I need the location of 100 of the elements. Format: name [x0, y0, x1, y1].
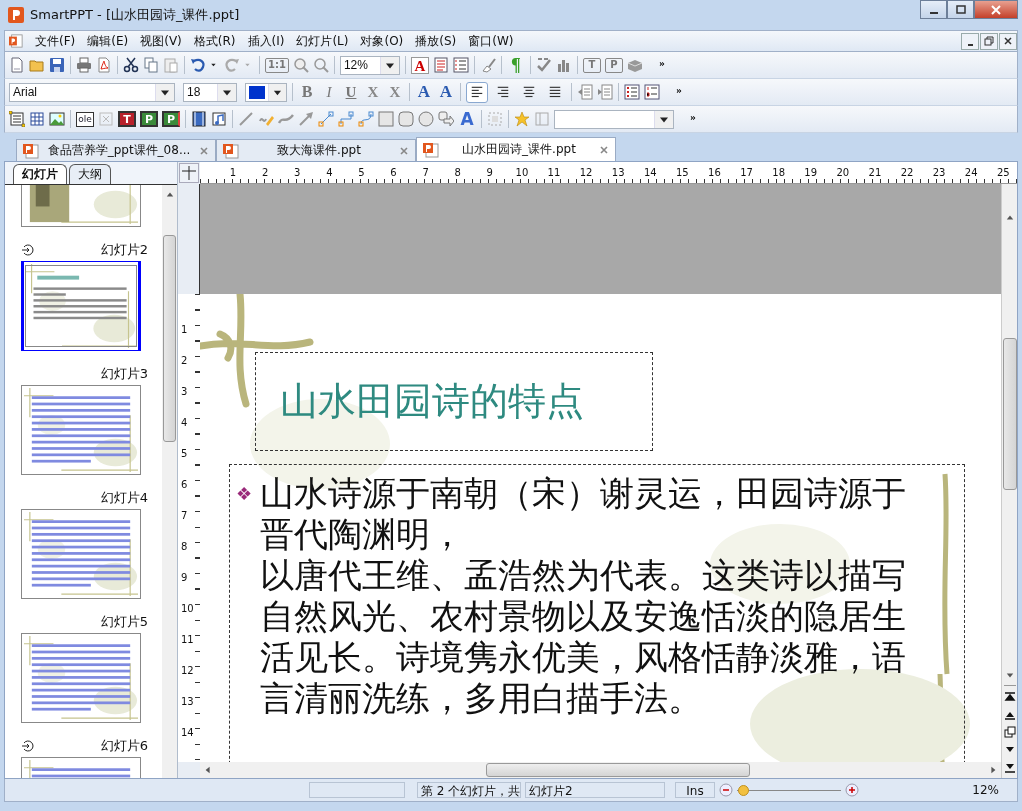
scroll-up-icon[interactable] [165, 191, 174, 199]
circle-icon[interactable] [418, 111, 434, 127]
text-button[interactable]: T [582, 57, 601, 73]
slide-thumbnail[interactable] [21, 633, 141, 723]
slides-icon[interactable] [1003, 726, 1016, 738]
document-tab[interactable]: 山水田园诗_课件.ppt [416, 137, 616, 161]
zoom-dropdown[interactable]: 12% [339, 55, 400, 75]
zoom-icon[interactable] [292, 57, 309, 73]
close-icon[interactable] [199, 145, 209, 156]
text-box-button[interactable]: T [118, 111, 136, 127]
underline-button[interactable]: U [342, 82, 360, 102]
scroll-thumb[interactable] [1002, 338, 1017, 490]
printer-icon[interactable] [76, 57, 92, 73]
slide-thumbnail[interactable] [21, 385, 141, 475]
arrow-icon[interactable] [298, 111, 314, 127]
cube-icon[interactable] [626, 57, 643, 73]
shrink-font-button[interactable]: A [437, 82, 455, 102]
menu-item[interactable]: 格式(R) [187, 32, 242, 50]
square-icon[interactable] [378, 111, 394, 127]
font-color-picker[interactable] [245, 82, 287, 102]
close-button[interactable] [974, 0, 1018, 19]
close-icon[interactable] [599, 144, 609, 155]
ruler-corner-icon[interactable] [179, 163, 199, 183]
pdf-icon[interactable] [96, 57, 112, 73]
menu-item[interactable]: 编辑(E) [81, 32, 135, 50]
menu-item[interactable]: 幻灯片(L) [290, 32, 355, 50]
menu-item[interactable]: 插入(I) [241, 32, 291, 50]
vertical-scrollbar[interactable] [1001, 184, 1017, 778]
more-button[interactable]: » [670, 79, 688, 99]
film-icon[interactable] [191, 111, 207, 127]
paste-icon[interactable] [163, 57, 179, 73]
font-size-dropdown[interactable]: 18 [183, 82, 237, 102]
close-icon[interactable] [399, 145, 409, 156]
line-icon[interactable] [238, 111, 254, 127]
scroll-thumb[interactable] [163, 235, 176, 442]
grow-font-button[interactable]: A [415, 82, 433, 102]
scroll-thumb[interactable] [486, 763, 750, 777]
bar-chart-icon[interactable] [555, 57, 572, 73]
align-left-button[interactable] [466, 81, 488, 103]
curved-connector-icon[interactable] [358, 111, 374, 127]
document-tab[interactable]: 致大海课件.ppt [216, 139, 416, 161]
text-frame-icon[interactable] [9, 111, 25, 127]
table-icon[interactable] [29, 111, 45, 127]
ole-object-button[interactable]: ole [76, 111, 94, 127]
menu-item[interactable]: 视图(V) [134, 32, 188, 50]
zoom-out-icon[interactable] [719, 783, 733, 797]
menu-item[interactable]: 文件(F) [29, 32, 82, 50]
menu-item[interactable]: 播放(S) [409, 32, 463, 50]
scroll-right-icon[interactable] [989, 766, 997, 774]
paragraph-format-icon[interactable] [432, 57, 449, 73]
new-document-icon[interactable] [9, 57, 25, 73]
indent-icon[interactable] [597, 84, 613, 100]
font-dropdown[interactable]: Arial [9, 82, 175, 102]
slide-thumbnail[interactable] [21, 261, 141, 351]
document-tab[interactable]: 食品营养学_ppt课件_08... [16, 139, 216, 161]
magnifier-icon[interactable] [312, 57, 329, 73]
minimize-button[interactable] [920, 0, 947, 19]
rounded-square-icon[interactable] [398, 111, 414, 127]
cut-icon[interactable] [123, 57, 139, 73]
scroll-down-icon[interactable] [1005, 671, 1014, 679]
panel-tab[interactable]: 幻灯片 [13, 164, 67, 184]
placeholder-button[interactable]: P [604, 57, 623, 73]
undo-icon[interactable] [190, 57, 206, 73]
more-button[interactable]: » [684, 106, 702, 126]
elbow-connector-icon[interactable] [338, 111, 354, 127]
horizontal-scrollbar[interactable] [200, 762, 1001, 778]
first-slide-icon[interactable] [1003, 690, 1016, 702]
save-icon[interactable] [49, 57, 65, 73]
maximize-button[interactable] [947, 0, 974, 19]
close-document-button[interactable] [999, 32, 1017, 50]
picture-frame-button[interactable]: P [162, 111, 180, 127]
bold-button[interactable]: B [298, 82, 316, 102]
star-icon[interactable] [514, 111, 530, 127]
more-button[interactable]: » [652, 52, 671, 72]
spellcheck-icon[interactable] [535, 57, 552, 73]
menu-item[interactable]: 窗口(W) [462, 32, 520, 50]
picture-frame-button[interactable]: P [140, 111, 158, 127]
menu-item[interactable]: 对象(O) [354, 32, 410, 50]
vertical-scrollbar[interactable] [162, 185, 177, 778]
minimize-document-button[interactable] [961, 32, 979, 50]
slide-thumbnail[interactable] [21, 509, 141, 599]
actual-size-button[interactable]: 1:1 [265, 57, 289, 73]
slide-title[interactable]: 山水田园诗的特点 [255, 352, 653, 451]
numbered-list-icon[interactable] [644, 84, 660, 100]
last-slide-icon[interactable] [1003, 762, 1016, 774]
music-icon[interactable] [211, 111, 227, 127]
restore-document-button[interactable] [980, 32, 998, 50]
connector-icon[interactable] [318, 111, 334, 127]
wordart-button[interactable]: A [458, 109, 476, 129]
bullet-list-icon[interactable] [624, 84, 640, 100]
brush-icon[interactable] [479, 57, 496, 73]
outdent-icon[interactable] [577, 84, 593, 100]
font-color-button[interactable]: A [410, 56, 429, 74]
image-icon[interactable] [49, 111, 65, 127]
scroll-up-icon[interactable] [1005, 214, 1014, 222]
shapes-icon[interactable] [438, 111, 454, 127]
zoom-in-icon[interactable] [845, 783, 859, 797]
slide-body-text[interactable]: 山水诗源于南朝（宋）谢灵运，田园诗源于晋代陶渊明， 以唐代王维、孟浩然为代表。这类诗以描写自然风光、农村景物以及安逸恬淡的隐居生活见长。诗境隽永优美，风格恬静淡雅，语言清丽洗练，多用白描手法。 [260, 473, 917, 762]
scroll-left-icon[interactable] [204, 766, 212, 774]
panel-tab[interactable]: 大纲 [69, 164, 111, 184]
